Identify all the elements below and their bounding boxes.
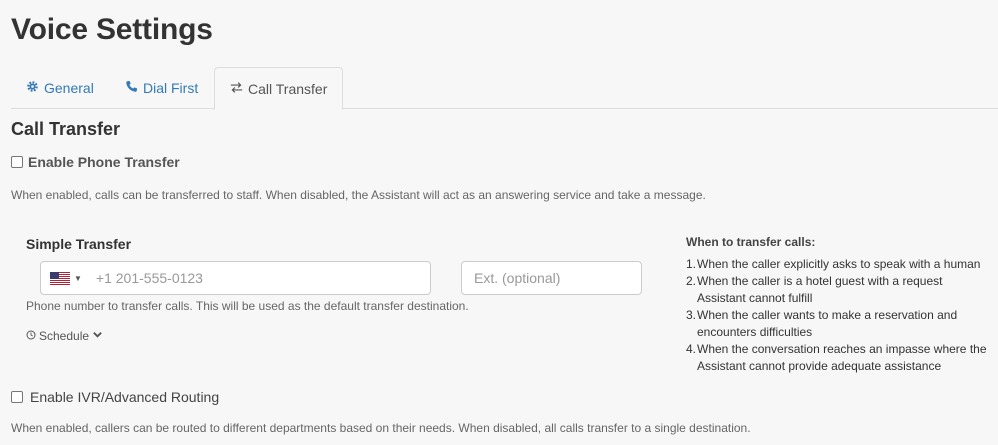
section-title: Call Transfer — [11, 119, 121, 139]
extension-placeholder: Ext. (optional) — [474, 270, 561, 286]
enable-ivr-checkbox[interactable] — [11, 391, 23, 403]
extension-input[interactable]: Ext. (optional) — [461, 261, 642, 295]
list-item: 3. When the caller wants to make a reserv… — [686, 308, 958, 339]
phone-number-help-text: Phone number to transfer calls. This wil… — [26, 299, 469, 313]
schedule-label: Schedule — [39, 329, 90, 343]
enable-phone-transfer-row: Enable Phone Transfer — [11, 154, 180, 170]
simple-transfer-heading: Simple Transfer — [26, 236, 132, 252]
ivr-help-text: When enabled, callers can be routed to d… — [11, 421, 751, 435]
caret-down-icon: ▼ — [74, 273, 82, 283]
gear-icon — [26, 80, 39, 96]
tab-call-transfer[interactable]: Call Transfer — [214, 67, 344, 110]
when-to-transfer-list: 1. When the caller explicitly asks to spe… — [686, 256, 991, 375]
tab-dial-first-label: Dial First — [143, 80, 199, 96]
phone-number-input[interactable]: ▼ +1 201-555-0123 — [40, 261, 431, 295]
list-item: 4. When the conversation reaches an impas… — [686, 342, 987, 373]
phone-icon — [125, 80, 138, 96]
tab-general-label: General — [44, 80, 94, 96]
chevron-down-icon — [92, 329, 103, 343]
enable-phone-transfer-checkbox[interactable] — [11, 156, 23, 168]
clock-icon — [26, 329, 36, 343]
page-title: Voice Settings — [11, 13, 213, 46]
schedule-toggle[interactable]: Schedule — [26, 329, 103, 343]
enable-phone-transfer-label[interactable]: Enable Phone Transfer — [28, 154, 180, 170]
country-picker[interactable]: ▼ — [41, 262, 82, 294]
settings-tabs: General Dial First Call Transfer — [11, 67, 998, 110]
list-item: 1. When the caller explicitly asks to spe… — [686, 257, 981, 271]
phone-number-placeholder: +1 201-555-0123 — [95, 270, 203, 286]
us-flag-icon — [50, 271, 70, 285]
transfer-arrows-icon — [230, 81, 243, 97]
phone-transfer-help-text: When enabled, calls can be transferred t… — [11, 188, 706, 202]
list-item: 2. When the caller is a hotel guest with … — [686, 274, 943, 305]
tab-dial-first[interactable]: Dial First — [110, 67, 213, 109]
enable-ivr-row: Enable IVR/Advanced Routing — [11, 389, 219, 405]
tab-general[interactable]: General — [11, 67, 109, 109]
when-to-transfer-panel: When to transfer calls: 1. When the calle… — [686, 235, 991, 375]
tab-call-transfer-label: Call Transfer — [248, 80, 328, 97]
enable-ivr-label[interactable]: Enable IVR/Advanced Routing — [30, 389, 219, 405]
when-to-transfer-title: When to transfer calls: — [686, 235, 816, 249]
